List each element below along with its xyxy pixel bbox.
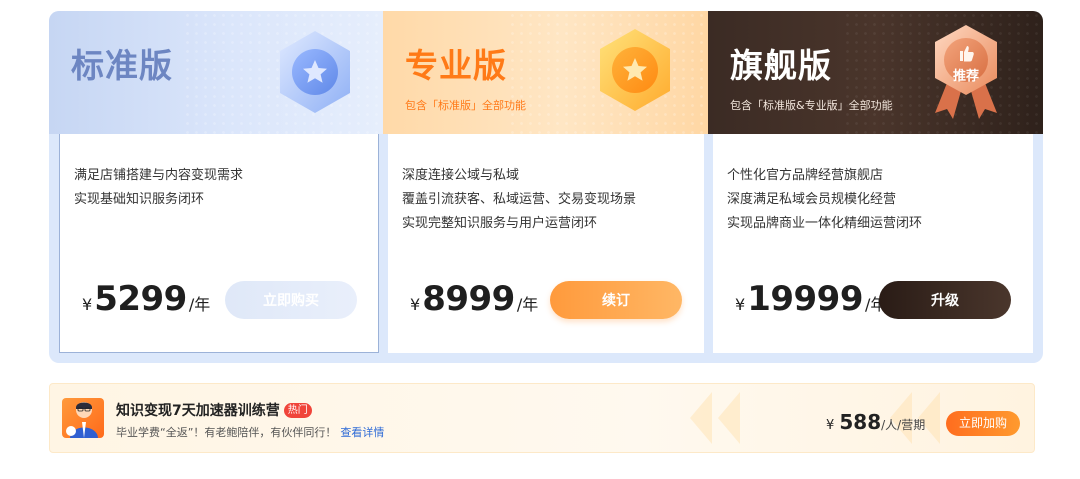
- chevron-decoration: [690, 392, 712, 444]
- standard-plan-title: 标准版: [71, 46, 173, 85]
- chevron-decoration: [718, 392, 740, 444]
- view-details-link[interactable]: 查看详情: [340, 426, 384, 439]
- pro-price: ¥8999/年: [410, 279, 538, 319]
- currency-symbol: ¥: [82, 295, 93, 314]
- camp-description: 毕业学费“全返”！有老鲍陪伴，有伙伴同行！ 查看详情: [116, 424, 384, 440]
- price-unit: /年: [516, 295, 539, 314]
- flagship-feature-list: 个性化官方品牌经营旗舰店 深度满足私域会员规模化经营 实现品牌商业一体化精细运营…: [727, 164, 922, 236]
- plans-container: 标准版 专业版 包含「标准版」全部功能 旗舰版 包含「标准版&专业版」全部功能 …: [49, 11, 1043, 363]
- feature-item: 实现基础知识服务闭环: [74, 192, 205, 207]
- standard-price: ¥5299/年: [82, 279, 210, 319]
- camp-title-text: 知识变现7天加速器训练营: [116, 403, 280, 419]
- feature-item: 深度连接公域与私域: [402, 168, 520, 183]
- camp-price: ¥ 588/人/营期: [826, 410, 925, 434]
- training-camp-banner: 知识变现7天加速器训练营 热门 毕业学费“全返”！有老鲍陪伴，有伙伴同行！ 查看详情…: [49, 383, 1035, 453]
- tutor-avatar-icon: [62, 398, 104, 438]
- hot-badge: 热门: [283, 403, 312, 418]
- pro-plan-card: 深度连接公域与私域 覆盖引流获客、私域运营、交易变现场景 实现完整知识服务与用户…: [388, 134, 704, 353]
- star-hexagon-icon: [600, 29, 670, 111]
- price-amount: 8999: [422, 279, 515, 319]
- currency-symbol: ¥: [410, 295, 421, 314]
- price-amount: 19999: [747, 279, 863, 319]
- star-hexagon-icon: [280, 31, 350, 113]
- standard-plan-card: 满足店铺搭建与内容变现需求 实现基础知识服务闭环 ¥5299/年 立即购买: [59, 134, 379, 353]
- recommend-badge-label: 推荐: [952, 69, 979, 84]
- price-unit: /人/营期: [881, 418, 926, 432]
- pro-plan-header: 专业版 包含「标准版」全部功能: [383, 11, 708, 134]
- price-amount: 5299: [94, 279, 187, 319]
- camp-description-text: 毕业学费“全返”！有老鲍陪伴，有伙伴同行！: [116, 426, 337, 439]
- buy-now-button[interactable]: 立即购买: [225, 281, 357, 319]
- price-amount: 588: [839, 410, 882, 434]
- flagship-plan-subtitle: 包含「标准版&专业版」全部功能: [730, 99, 893, 112]
- camp-title: 知识变现7天加速器训练营 热门: [116, 400, 312, 420]
- upgrade-button[interactable]: 升级: [879, 281, 1011, 319]
- flagship-plan-title: 旗舰版: [730, 46, 832, 85]
- price-unit: /年: [188, 295, 211, 314]
- currency-symbol: ¥: [735, 295, 746, 314]
- pro-plan-title: 专业版: [405, 46, 507, 85]
- renew-button[interactable]: 续订: [550, 281, 682, 319]
- standard-feature-list: 满足店铺搭建与内容变现需求 实现基础知识服务闭环: [74, 164, 243, 212]
- pro-plan-subtitle: 包含「标准版」全部功能: [405, 99, 526, 112]
- feature-item: 实现完整知识服务与用户运营闭环: [402, 216, 598, 231]
- feature-item: 深度满足私域会员规模化经营: [727, 192, 897, 207]
- flagship-plan-header: 旗舰版 包含「标准版&专业版」全部功能 推荐: [708, 11, 1043, 134]
- currency-symbol: ¥: [826, 418, 835, 433]
- feature-item: 满足店铺搭建与内容变现需求: [74, 168, 244, 183]
- add-to-cart-button[interactable]: 立即加购: [946, 411, 1020, 436]
- standard-plan-header: 标准版: [49, 11, 383, 134]
- flagship-plan-card: 个性化官方品牌经营旗舰店 深度满足私域会员规模化经营 实现品牌商业一体化精细运营…: [713, 134, 1033, 353]
- feature-item: 个性化官方品牌经营旗舰店: [727, 168, 884, 183]
- feature-item: 覆盖引流获客、私域运营、交易变现场景: [402, 192, 637, 207]
- pro-feature-list: 深度连接公域与私域 覆盖引流获客、私域运营、交易变现场景 实现完整知识服务与用户…: [402, 164, 636, 236]
- flagship-price: ¥19999/年: [735, 279, 886, 319]
- thumbs-up-ribbon-icon: 推荐: [929, 21, 1003, 125]
- feature-item: 实现品牌商业一体化精细运营闭环: [727, 216, 923, 231]
